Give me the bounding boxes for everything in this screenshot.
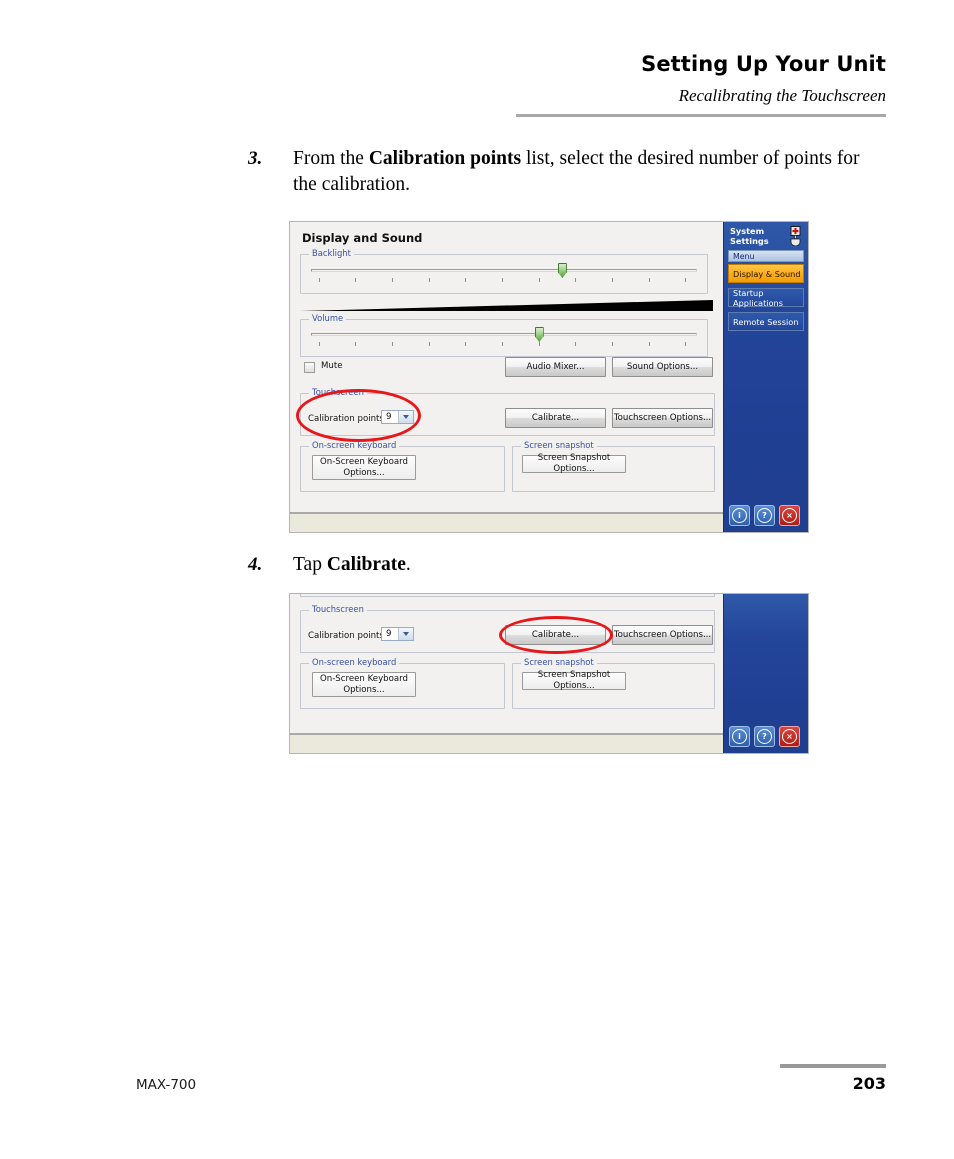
onscreen-keyboard-options-button[interactable]: On-Screen Keyboard Options... [312, 455, 416, 480]
step-3-text-a: From the [293, 148, 369, 169]
calibration-points-label: Calibration points: [308, 414, 387, 424]
device-status-bar-2 [290, 733, 724, 753]
screen-snapshot-options-button[interactable]: Screen Snapshot Options... [522, 453, 626, 474]
calibrate-button[interactable]: Calibrate... [505, 408, 606, 428]
mute-label: Mute [321, 361, 343, 371]
touchscreen-group-label: Touchscreen [309, 387, 367, 397]
step-3-text: From the Calibration points list, select… [293, 146, 888, 198]
footer-rule [780, 1064, 886, 1068]
window-title: Display and Sound [302, 231, 423, 245]
backlight-group-label: Backlight [309, 248, 354, 258]
sound-options-button[interactable]: Sound Options... [612, 357, 713, 377]
sidebar-item-display-and-sound[interactable]: Display & Sound [728, 264, 804, 283]
device-content-area: Display and Sound Backlight Volume Mute … [290, 222, 724, 532]
chevron-down-icon[interactable] [398, 411, 413, 423]
figure-touchscreen-calibrate: Touchscreen Calibration points: 9 Calibr… [289, 593, 809, 754]
close-button[interactable]: × [779, 505, 800, 526]
device-status-bar [290, 512, 724, 532]
cropped-group-edge [300, 594, 715, 597]
close-icon: × [782, 508, 797, 523]
volume-slider-ticks [311, 340, 697, 347]
step-4-bold: Calibrate [326, 554, 406, 575]
backlight-group: Backlight [300, 248, 708, 294]
onscreen-keyboard-options-button-2[interactable]: On-Screen Keyboard Options... [312, 672, 416, 697]
volume-slider-track[interactable] [311, 333, 697, 336]
calibration-points-label-2: Calibration points: [308, 631, 387, 641]
mute-checkbox[interactable] [304, 362, 315, 373]
backlight-slider-track[interactable] [311, 269, 697, 272]
backlight-brightness-preview [300, 300, 713, 311]
page-number: 203 [852, 1074, 886, 1093]
sidebar-item-label: Remote Session [733, 316, 799, 327]
device-panel-2: Touchscreen Calibration points: 9 Calibr… [290, 594, 724, 735]
step-4-text-a: Tap [293, 554, 327, 575]
step-4-text-b: . [405, 554, 411, 575]
calibration-points-value: 9 [386, 412, 392, 422]
sidebar-item-remote-session[interactable]: Remote Session [728, 312, 804, 331]
audio-mixer-button[interactable]: Audio Mixer... [505, 357, 606, 377]
onscreen-keyboard-group-label: On-screen keyboard [309, 440, 400, 450]
backlight-slider-ticks [311, 276, 697, 283]
screen-snapshot-group-label-2: Screen snapshot [521, 657, 597, 667]
chevron-down-icon-2[interactable] [398, 628, 413, 640]
figure-display-and-sound: Display and Sound Backlight Volume Mute … [289, 221, 809, 533]
onscreen-keyboard-group-label-2: On-screen keyboard [309, 657, 400, 667]
calibrate-button-2[interactable]: Calibrate... [505, 625, 606, 645]
sidebar-menu-header: Menu [728, 250, 804, 262]
screen-snapshot-options-button-2[interactable]: Screen Snapshot Options... [522, 670, 626, 691]
help-icon-2: ? [757, 729, 772, 744]
touchscreen-options-button[interactable]: Touchscreen Options... [612, 408, 713, 428]
touchscreen-group-label-2: Touchscreen [309, 604, 367, 614]
info-button[interactable]: i [729, 505, 750, 526]
touchscreen-options-button-2[interactable]: Touchscreen Options... [612, 625, 713, 645]
step-4: 4. Tap Calibrate. [248, 552, 888, 578]
close-button-2[interactable]: × [779, 726, 800, 747]
device-content-area-2: Touchscreen Calibration points: 9 Calibr… [290, 594, 724, 753]
page-title: Setting Up Your Unit [641, 52, 886, 76]
device-sidebar: System Settings Menu Display & Sound Sta… [723, 222, 808, 532]
info-icon: i [732, 508, 747, 523]
volume-group-label: Volume [309, 313, 347, 323]
info-button-2[interactable]: i [729, 726, 750, 747]
calibration-points-select[interactable]: 9 [381, 410, 414, 424]
device-sidebar-2: i ? × [723, 594, 808, 753]
header-rule [516, 114, 886, 117]
step-3-number: 3. [248, 148, 263, 169]
page-subtitle: Recalibrating the Touchscreen [678, 86, 886, 105]
help-button[interactable]: ? [754, 505, 775, 526]
step-3: 3. From the Calibration points list, sel… [248, 146, 888, 198]
volume-slider[interactable] [311, 327, 697, 349]
sidebar-title: System Settings [730, 226, 769, 246]
page-header: Setting Up Your Unit Recalibrating the T… [0, 0, 954, 120]
calibration-points-value-2: 9 [386, 629, 392, 639]
device-status-icon [789, 226, 802, 247]
screen-snapshot-group-label: Screen snapshot [521, 440, 597, 450]
sidebar-button-row: i ? × [729, 505, 800, 526]
close-icon-2: × [782, 729, 797, 744]
sidebar-item-label: Display & Sound [733, 268, 801, 279]
step-4-text: Tap Calibrate. [293, 552, 888, 578]
help-icon: ? [757, 508, 772, 523]
sidebar-item-startup-applications[interactable]: Startup Applications [728, 287, 804, 308]
volume-group: Volume [300, 313, 708, 357]
step-3-bold: Calibration points [368, 148, 522, 169]
backlight-slider[interactable] [311, 263, 697, 285]
footer-product: MAX-700 [136, 1077, 197, 1093]
sidebar-item-label: Startup Applications [733, 287, 784, 308]
info-icon-2: i [732, 729, 747, 744]
page-footer: MAX-700 203 [0, 1049, 954, 1159]
sidebar-button-row-2: i ? × [729, 726, 800, 747]
device-panel: Display and Sound Backlight Volume Mute … [290, 222, 724, 514]
step-4-number: 4. [248, 554, 263, 575]
calibration-points-select-2[interactable]: 9 [381, 627, 414, 641]
help-button-2[interactable]: ? [754, 726, 775, 747]
